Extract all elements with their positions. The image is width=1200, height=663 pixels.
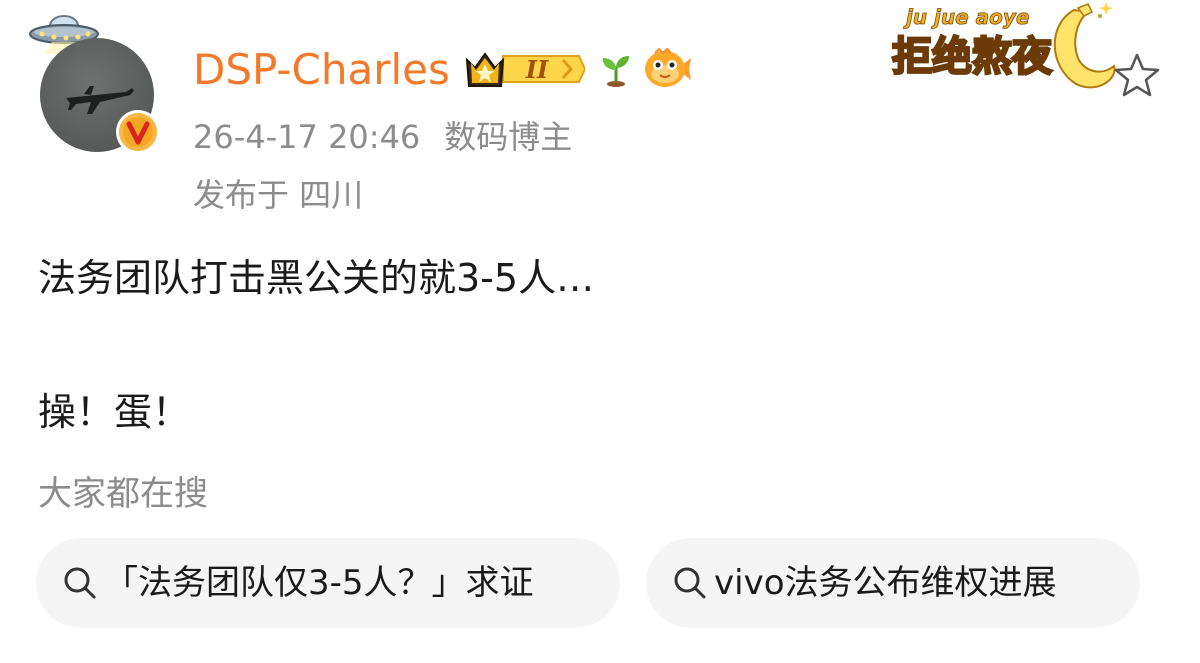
- post-location: 发布于 四川: [193, 176, 364, 214]
- fish-icon: [645, 48, 691, 87]
- search-icon: [674, 567, 706, 599]
- sticker-decoration: ju jue aoye 拒绝熬夜: [891, 2, 1116, 89]
- trending-search-chip[interactable]: 「法务团队仅3-5人？」求证: [36, 538, 620, 628]
- sticker-text: 拒绝熬夜: [892, 34, 1053, 80]
- trending-search-heading: 大家都在搜: [38, 474, 208, 514]
- crown-vip-icon[interactable]: II: [463, 46, 585, 92]
- post-text-line: 操！蛋！: [38, 390, 191, 434]
- trending-search-chip[interactable]: vivo法务公布维权进展: [646, 538, 1140, 628]
- post-text-line: 法务团队打击黑公关的就3-5人…: [38, 256, 595, 300]
- star-icon[interactable]: [1113, 52, 1161, 98]
- sprout-icon: [602, 56, 629, 87]
- post-timestamp: 26-4-17 20:46: [193, 118, 421, 156]
- vip-level: II: [525, 55, 549, 84]
- weibo-post: DSP-Charles II 26-4-17 20:46 数码博主 发布于 四川 …: [0, 0, 1200, 663]
- post-meta: 26-4-17 20:46 数码博主: [193, 114, 572, 160]
- verified-badge-icon: [116, 110, 160, 154]
- chip-label: 「法务团队仅3-5人？」求证: [104, 563, 534, 603]
- username[interactable]: DSP-Charles: [193, 40, 450, 100]
- search-icon: [64, 567, 96, 599]
- author-role: 数码博主: [444, 118, 573, 156]
- chip-label: vivo法务公布维权进展: [714, 563, 1057, 603]
- sticker-pinyin: ju jue aoye: [903, 5, 1030, 29]
